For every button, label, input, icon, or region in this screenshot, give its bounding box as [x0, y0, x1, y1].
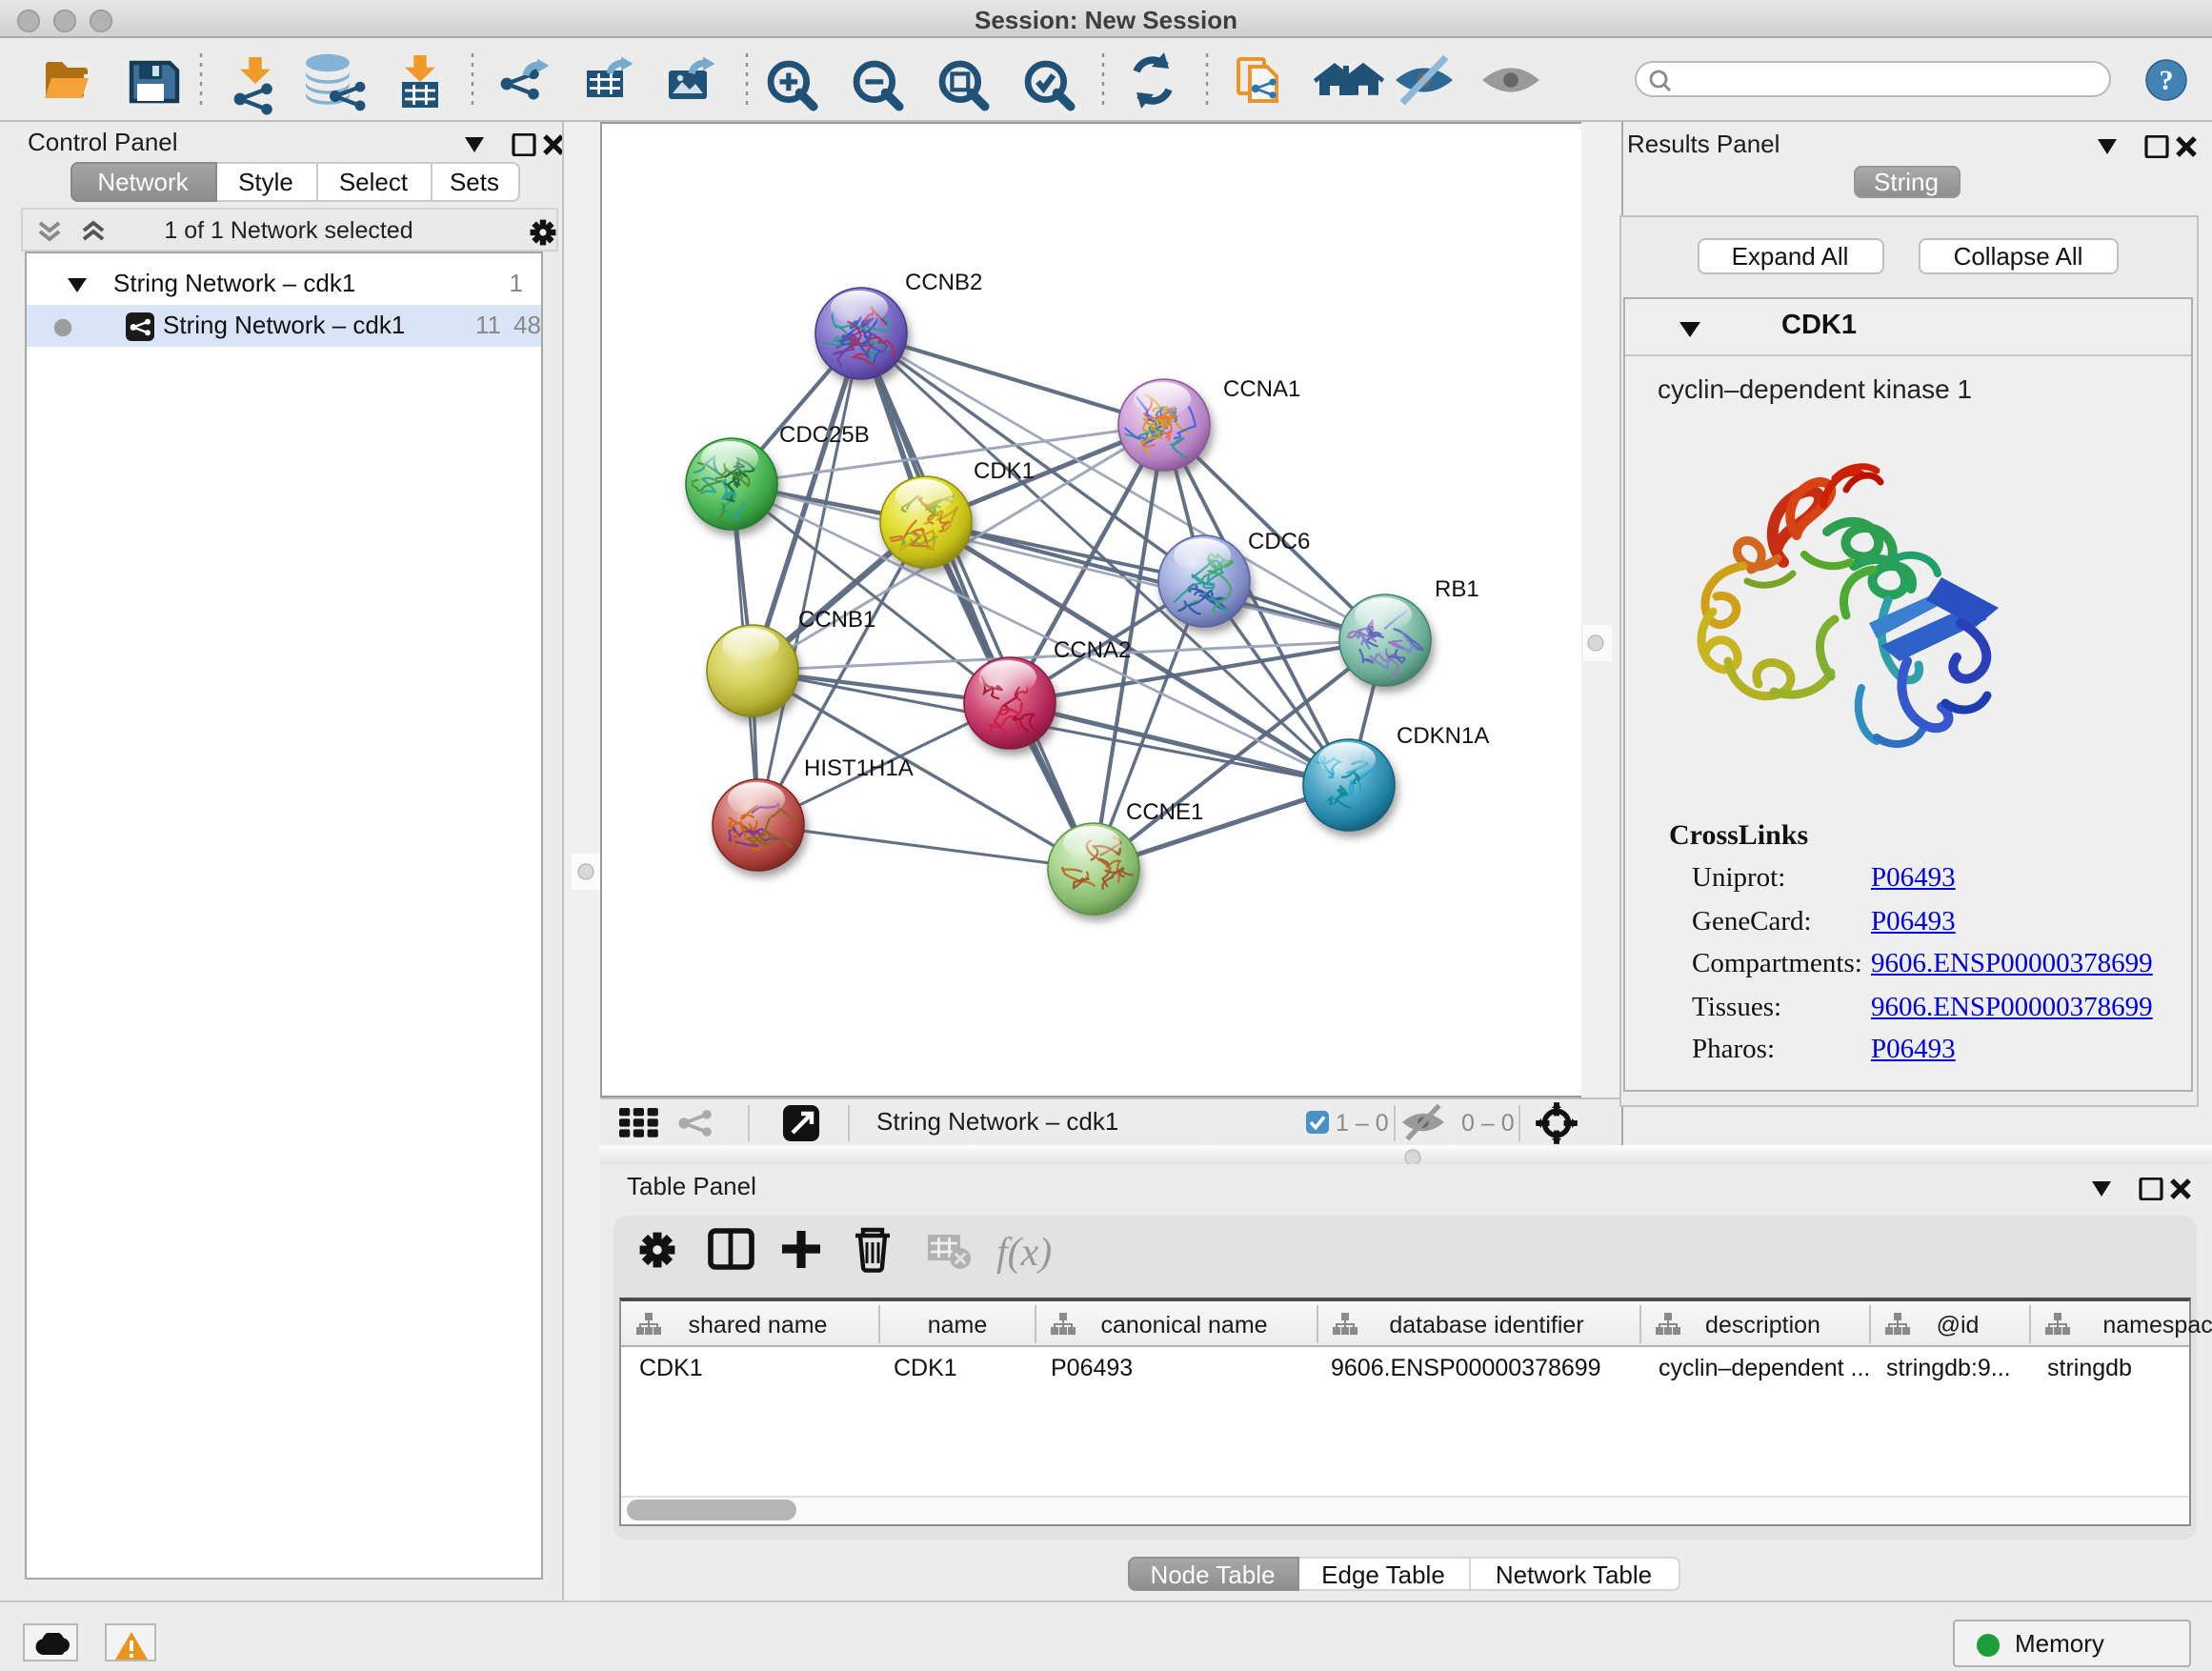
- svg-text:CDC6: CDC6: [1248, 529, 1310, 554]
- svg-text:0 – 0: 0 – 0: [1461, 1109, 1515, 1136]
- svg-text:1 – 0: 1 – 0: [1336, 1109, 1389, 1136]
- svg-text:canonical name: canonical name: [1100, 1312, 1267, 1339]
- svg-text:CDKN1A: CDKN1A: [1397, 723, 1489, 749]
- svg-text:CDK1: CDK1: [974, 458, 1035, 484]
- svg-text:?: ?: [2160, 64, 2174, 95]
- svg-text:CCNB1: CCNB1: [798, 607, 875, 633]
- svg-text:name: name: [928, 1312, 988, 1339]
- svg-text:f(x): f(x): [996, 1231, 1052, 1275]
- svg-text:CCNA2: CCNA2: [1054, 637, 1131, 663]
- svg-text:CDC25B: CDC25B: [779, 422, 870, 448]
- svg-text:@id: @id: [1937, 1312, 1980, 1339]
- svg-text:RB1: RB1: [1435, 576, 1479, 602]
- svg-text:HIST1H1A: HIST1H1A: [804, 755, 914, 781]
- svg-text:CCNB2: CCNB2: [905, 270, 982, 295]
- svg-text:CCNE1: CCNE1: [1126, 799, 1203, 825]
- svg-text:database identifier: database identifier: [1389, 1312, 1583, 1339]
- svg-text:shared name: shared name: [689, 1312, 828, 1339]
- svg-text:description: description: [1705, 1312, 1820, 1339]
- svg-text:CCNA1: CCNA1: [1223, 376, 1300, 402]
- svg-text:namespace: namespace: [2102, 1312, 2212, 1339]
